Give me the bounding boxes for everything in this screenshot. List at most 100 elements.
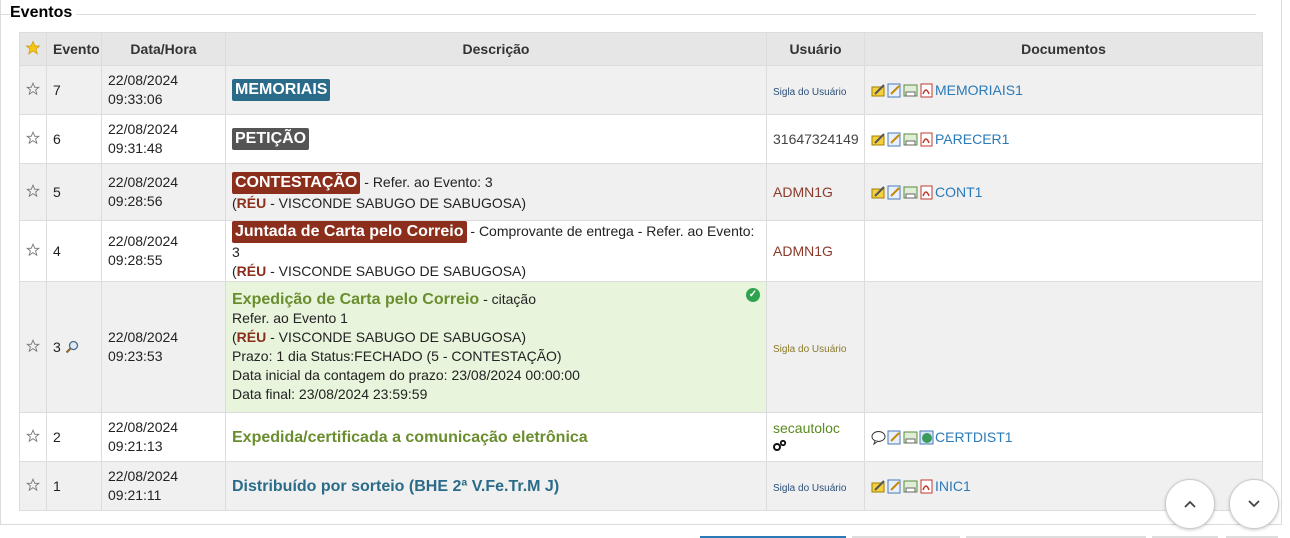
document-link[interactable]: CERTDIST1 [935, 429, 1013, 445]
event-documents: CERTDIST1 [864, 412, 1263, 462]
document-link[interactable]: CONT1 [935, 184, 982, 200]
event-user: Sigla do Usuário [766, 281, 865, 413]
event-user: ADMN1G [766, 163, 865, 221]
user-id[interactable]: ADMN1G [773, 184, 833, 200]
chevron-up-icon [1183, 496, 1197, 512]
event-date: 22/08/2024 [108, 468, 179, 484]
panel-border [0, 14, 1256, 15]
annotation-icon[interactable] [871, 83, 886, 98]
pdf-icon[interactable] [919, 479, 934, 494]
table-row: 1 22/08/2024 09:21:11 Distribuído por sor… [19, 461, 1263, 511]
event-datetime: 22/08/2024 09:31:48 [101, 114, 226, 164]
event-title[interactable]: Expedida/certificada a comunicação eletr… [232, 429, 588, 446]
event-number: 3 [53, 339, 61, 355]
event-description: MEMORIAIS [225, 65, 767, 115]
edit-icon[interactable] [887, 479, 902, 494]
star-icon[interactable] [19, 220, 47, 282]
event-date: 22/08/2024 [108, 233, 179, 249]
document-link[interactable]: PARECER1 [935, 131, 1009, 147]
user-id[interactable]: ADMN1G [773, 243, 833, 259]
print-icon[interactable] [903, 83, 918, 98]
header-usuario[interactable]: Usuário [766, 32, 865, 66]
event-description: Distribuído por sorteio (BHE 2ª V.Fe.Tr.… [225, 461, 767, 511]
table-header: Evento Data/Hora Descrição Usuário Docum… [19, 32, 1263, 66]
scroll-down-button[interactable] [1229, 479, 1279, 529]
user-sigla[interactable]: Sigla do Usuário [773, 483, 846, 494]
user-id[interactable]: secautoloc [773, 420, 840, 436]
header-evento[interactable]: Evento [46, 32, 102, 66]
star-icon[interactable] [19, 461, 47, 511]
event-time: 09:23:53 [108, 348, 163, 364]
event-description: Juntada de Carta pelo Correio - Comprova… [225, 220, 767, 282]
event-datetime: 22/08/2024 09:23:53 [101, 281, 226, 413]
user-id[interactable]: 31647324149 [773, 131, 859, 147]
globe-icon[interactable] [919, 430, 934, 445]
event-time: 09:28:55 [108, 252, 163, 268]
party-role: RÉU [236, 263, 267, 279]
magnifier-icon[interactable] [65, 339, 79, 355]
event-description: CONTESTAÇÃO - Refer. ao Evento: 3 (RÉU - … [225, 163, 767, 221]
header-star-icon [19, 32, 47, 66]
header-descricao[interactable]: Descrição [225, 32, 767, 66]
event-suffix: - Refer. ao Evento: 3 [360, 173, 493, 190]
star-icon[interactable] [19, 65, 47, 115]
header-datahora[interactable]: Data/Hora [101, 32, 226, 66]
edit-icon[interactable] [887, 430, 902, 445]
print-icon[interactable] [903, 479, 918, 494]
event-title[interactable]: Expedição de Carta pelo Correio [232, 291, 479, 308]
event-title[interactable]: Distribuído por sorteio (BHE 2ª V.Fe.Tr.… [232, 478, 559, 495]
event-description: PETIÇÃO [225, 114, 767, 164]
gears-icon [773, 438, 787, 454]
event-date: 22/08/2024 [108, 174, 179, 190]
event-datetime: 22/08/2024 09:21:13 [101, 412, 226, 462]
pdf-icon[interactable] [919, 83, 934, 98]
event-type-badge[interactable]: MEMORIAIS [232, 79, 331, 101]
print-icon[interactable] [903, 185, 918, 200]
event-date: 22/08/2024 [108, 419, 179, 435]
annotation-icon[interactable] [871, 479, 886, 494]
event-type-badge[interactable]: PETIÇÃO [232, 128, 310, 150]
header-documentos[interactable]: Documentos [864, 32, 1263, 66]
event-time: 09:33:06 [108, 91, 163, 107]
pdf-icon[interactable] [919, 185, 934, 200]
event-documents: CONT1 [864, 163, 1263, 221]
check-icon: ✓ [746, 288, 760, 302]
table-row: 3 22/08/2024 09:23:53 ✓ Expedição de Cart… [19, 281, 1263, 413]
event-user: secautoloc [766, 412, 865, 462]
event-end-date: Data final: 23/08/2024 23:59:59 [232, 386, 428, 402]
event-documents: PARECER1 [864, 114, 1263, 164]
star-icon[interactable] [19, 114, 47, 164]
scroll-up-button[interactable] [1165, 479, 1215, 529]
document-link[interactable]: INIC1 [935, 478, 971, 494]
events-table: Evento Data/Hora Descrição Usuário Docum… [19, 32, 1263, 511]
party-name: - VISCONDE SABUGO DE SABUGOSA) [266, 329, 527, 345]
star-icon[interactable] [19, 281, 47, 413]
event-number: 6 [46, 114, 102, 164]
event-time: 09:28:56 [108, 193, 163, 209]
event-user: Sigla do Usuário [766, 65, 865, 115]
edit-icon[interactable] [887, 132, 902, 147]
party-role: RÉU [236, 194, 267, 211]
panel-legend: Eventos [10, 4, 77, 22]
annotation-icon[interactable] [871, 185, 886, 200]
user-sigla[interactable]: Sigla do Usuário [773, 344, 846, 355]
star-icon[interactable] [19, 163, 47, 221]
print-icon[interactable] [903, 430, 918, 445]
pdf-icon[interactable] [919, 132, 934, 147]
star-icon[interactable] [19, 412, 47, 462]
event-number: 2 [46, 412, 102, 462]
chevron-down-icon [1247, 496, 1261, 512]
user-sigla[interactable]: Sigla do Usuário [773, 87, 846, 98]
annotation-icon[interactable] [871, 132, 886, 147]
event-deadline: Prazo: 1 dia Status:FECHADO (5 - CONTEST… [232, 348, 562, 364]
edit-icon[interactable] [887, 185, 902, 200]
document-link[interactable]: MEMORIAIS1 [935, 82, 1023, 98]
event-type-badge[interactable]: CONTESTAÇÃO [232, 171, 361, 194]
print-icon[interactable] [903, 132, 918, 147]
edit-icon[interactable] [887, 83, 902, 98]
table-row: 4 22/08/2024 09:28:55 Juntada de Carta pe… [19, 220, 1263, 282]
event-date: 22/08/2024 [108, 72, 179, 88]
speech-bubble-icon[interactable] [871, 430, 886, 446]
event-type-badge[interactable]: Juntada de Carta pelo Correio [232, 221, 467, 243]
event-date: 22/08/2024 [108, 329, 179, 345]
